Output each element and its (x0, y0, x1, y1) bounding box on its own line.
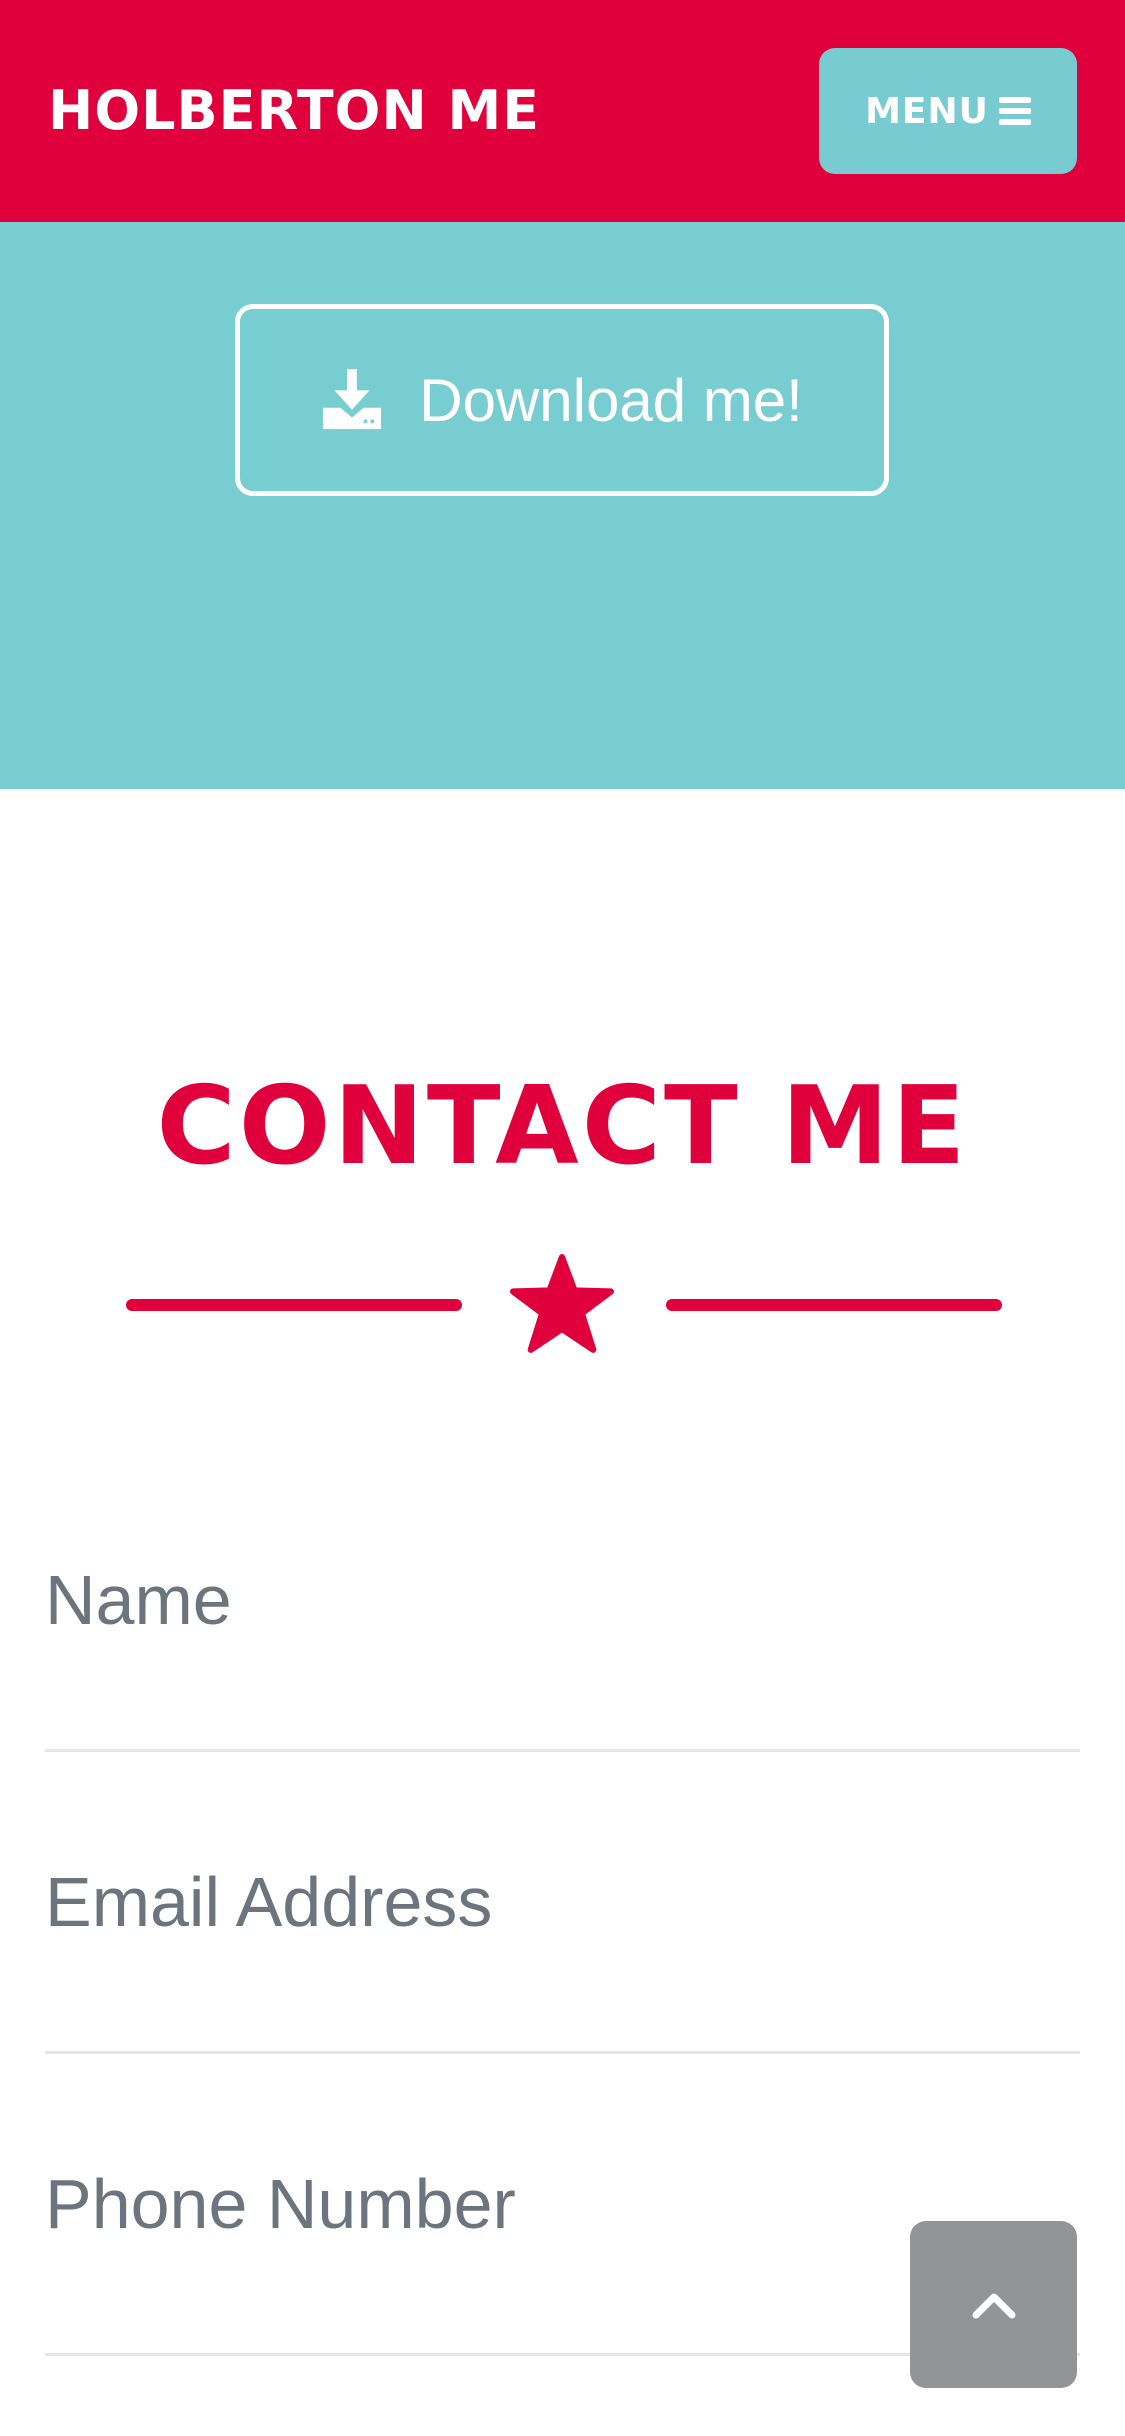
email-field[interactable]: Email Address (45, 1752, 1080, 2054)
name-field-placeholder: Name (45, 1561, 232, 1639)
menu-button-label: MENU (865, 90, 989, 132)
scroll-to-top-button[interactable] (910, 2221, 1077, 2388)
star-icon (510, 1254, 614, 1353)
phone-field-placeholder: Phone Number (45, 2165, 516, 2243)
divider-line-left (126, 1299, 462, 1311)
name-field[interactable]: Name (45, 1450, 1080, 1752)
chevron-up-icon (972, 2293, 1015, 2318)
divider-line-right (666, 1299, 1002, 1311)
menu-button[interactable]: MENU (819, 48, 1077, 174)
download-button-label: Download me! (419, 366, 803, 434)
brand-logo[interactable]: HOLBERTON ME (48, 78, 540, 144)
navbar: HOLBERTON ME MENU (0, 0, 1125, 222)
download-button[interactable]: Download me! (235, 304, 889, 496)
email-field-placeholder: Email Address (45, 1863, 493, 1941)
bars-icon (998, 97, 1031, 125)
contact-title: CONTACT ME (156, 1064, 969, 1189)
download-icon (323, 369, 382, 430)
